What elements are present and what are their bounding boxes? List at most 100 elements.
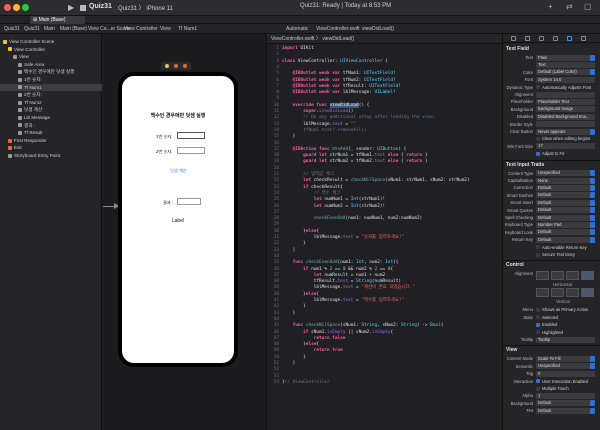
- jump-bar-item[interactable]: Main: [44, 24, 55, 34]
- checkbox[interactable]: [536, 322, 540, 327]
- inspector-value[interactable]: Default: [536, 400, 595, 407]
- code-line[interactable]: 8 @IBOutlet weak var lblMessage: UILabel…: [267, 90, 395, 96]
- inspector-value[interactable]: Default: [536, 229, 595, 236]
- result-label[interactable]: 결과 :: [163, 200, 173, 206]
- alignment-option[interactable]: [581, 271, 594, 281]
- outline-item[interactable]: View: [0, 53, 102, 60]
- outline-item[interactable]: View Controller: [0, 46, 102, 53]
- tab-main-base[interactable]: ⊞ Main (Base): [30, 16, 85, 24]
- editor-file-name[interactable]: ViewController.swift 〉 viewDidLoad(): [271, 34, 354, 44]
- inspector-value[interactable]: Default: [536, 214, 595, 221]
- alignment-option[interactable]: [551, 288, 564, 298]
- num1-label[interactable]: 1번 숫자:: [156, 134, 172, 140]
- jump-bar-item[interactable]: Tf Num1: [178, 24, 197, 34]
- view-controller-icon[interactable]: [165, 64, 169, 68]
- file-inspector-icon[interactable]: [511, 36, 516, 41]
- code-review-icon[interactable]: ⇄: [566, 2, 573, 11]
- inspector-value[interactable]: 17: [536, 143, 595, 150]
- code-line[interactable]: 19 guard let strNum2 = tfNum2.text else …: [267, 159, 428, 165]
- checkbox[interactable]: [536, 151, 540, 156]
- exit-icon[interactable]: [183, 64, 187, 68]
- inspector-toggle-icon[interactable]: ▢: [584, 2, 592, 11]
- inspector-value[interactable]: Default: [536, 207, 595, 214]
- alignment-option[interactable]: [581, 288, 594, 298]
- inspector-value[interactable]: Never appears: [536, 128, 595, 135]
- outline-item[interactable]: Tf Num2: [0, 99, 102, 106]
- scene-dock[interactable]: [161, 62, 191, 70]
- outline-item[interactable]: 1번 숫자:: [0, 76, 102, 83]
- inspector-value[interactable]: Default: [536, 407, 595, 414]
- vertical-alignment-control[interactable]: [536, 288, 595, 298]
- inspector-value[interactable]: Background Image: [536, 106, 595, 113]
- checkbox[interactable]: [536, 252, 540, 257]
- outline-item[interactable]: Storyboard Entry Point: [0, 152, 102, 159]
- first-responder-icon[interactable]: [174, 64, 178, 68]
- horizontal-alignment-control[interactable]: [536, 271, 595, 281]
- zoom-window-button[interactable]: [22, 4, 29, 11]
- outline-item[interactable]: 결과 :: [0, 122, 102, 129]
- code-line[interactable]: 26 let numNum2 = Int(strNum2)!: [267, 204, 385, 210]
- checkbox[interactable]: [536, 307, 540, 312]
- code-line[interactable]: 3 class ViewController: UIViewController …: [267, 59, 387, 65]
- library-icon[interactable]: +: [548, 2, 553, 11]
- alignment-option[interactable]: [566, 288, 579, 298]
- scheme-destination[interactable]: Quiz31 〉 iPhone 11: [118, 3, 173, 12]
- jump-bar-item[interactable]: Automatic: [286, 24, 308, 34]
- outline-item[interactable]: Tf Num1: [0, 83, 102, 91]
- jump-bar-item[interactable]: Quiz31: [4, 24, 20, 34]
- inspector-value[interactable]: 0: [536, 370, 595, 377]
- tf-result-field[interactable]: [177, 198, 201, 205]
- inspector-value[interactable]: Default: [536, 184, 595, 191]
- identity-inspector-icon[interactable]: [553, 36, 558, 41]
- title-label[interactable]: 백수인 경우에만 덧셈 실행: [122, 112, 234, 119]
- num2-label[interactable]: 2번 숫자:: [156, 149, 172, 155]
- checkbox[interactable]: [536, 330, 540, 335]
- inspector-value[interactable]: Text: [536, 61, 595, 68]
- inspector-value[interactable]: None: [536, 177, 595, 184]
- iphone-view[interactable]: 백수인 경우에만 덧셈 실행 1번 숫자: 2번 숫자: 덧셈 계산 결과 : …: [118, 72, 238, 367]
- inspector-value[interactable]: System 14.0: [536, 76, 595, 83]
- outline-item[interactable]: Tf Result: [0, 129, 102, 136]
- jump-bar-item[interactable]: Quiz31: [24, 24, 40, 34]
- inspector-value[interactable]: 1: [536, 392, 595, 399]
- message-label[interactable]: Label: [122, 218, 234, 224]
- jump-bar-item[interactable]: ViewController.swift: [316, 24, 360, 34]
- history-inspector-icon[interactable]: [525, 36, 530, 41]
- alignment-option[interactable]: [566, 271, 579, 281]
- inspector-value[interactable]: [536, 91, 595, 98]
- inspector-value[interactable]: Scale To Fill: [536, 355, 595, 362]
- minimize-window-button[interactable]: [13, 4, 20, 11]
- storyboard-canvas[interactable]: 백수인 경우에만 덧셈 실행 1번 숫자: 2번 숫자: 덧셈 계산 결과 : …: [103, 34, 266, 430]
- jump-bar-item[interactable]: View Controller: [124, 24, 158, 34]
- checkbox[interactable]: [536, 315, 540, 320]
- alignment-option[interactable]: [536, 288, 549, 298]
- code-editor[interactable]: ViewController.swift 〉 viewDidLoad() 1 im…: [266, 34, 502, 430]
- inspector-value[interactable]: Default: [536, 236, 595, 243]
- inspector-value[interactable]: [536, 121, 595, 128]
- outline-item[interactable]: Lbl Message: [0, 114, 102, 121]
- close-window-button[interactable]: [4, 4, 11, 11]
- outline-item[interactable]: First Responder: [0, 137, 102, 144]
- checkbox[interactable]: [536, 386, 540, 391]
- outline-item[interactable]: 백수인 경우에만 덧셈 실행: [0, 68, 102, 75]
- tf-num2-field[interactable]: [177, 147, 205, 154]
- help-inspector-icon[interactable]: [539, 36, 544, 41]
- outline-item[interactable]: 덧셈 계산: [0, 106, 102, 113]
- run-icon[interactable]: ▶: [68, 3, 74, 12]
- alignment-option[interactable]: [536, 271, 549, 281]
- outline-item[interactable]: 2번 숫자:: [0, 91, 102, 98]
- inspector-value[interactable]: Disabled Background Ima...: [536, 113, 595, 120]
- inspector-value[interactable]: Default (Label Color): [536, 69, 595, 76]
- inspector-value[interactable]: Default: [536, 199, 595, 206]
- inspector-value[interactable]: Number Pad: [536, 221, 595, 228]
- add-button[interactable]: 덧셈 계산: [170, 168, 187, 174]
- alignment-option[interactable]: [551, 271, 564, 281]
- jump-bar-item[interactable]: viewDidLoad(): [362, 24, 394, 34]
- jump-bar-item[interactable]: View: [160, 24, 171, 34]
- tf-num1-field[interactable]: [177, 132, 205, 139]
- outline-item[interactable]: View Controller Scene: [0, 38, 102, 45]
- inspector-value[interactable]: Default: [536, 192, 595, 199]
- code-line[interactable]: 28 checkEvenOdd(num1: numNum1, num2:numN…: [267, 216, 422, 222]
- inspector-value[interactable]: Unspecified: [536, 363, 595, 370]
- stop-icon[interactable]: [80, 5, 86, 11]
